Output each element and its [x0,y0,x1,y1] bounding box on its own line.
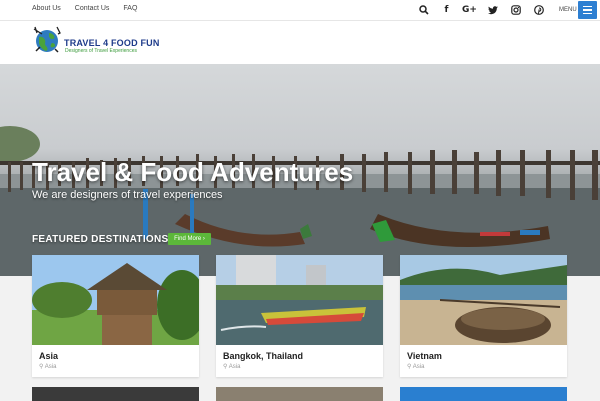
search-icon[interactable] [412,3,435,17]
card-image[interactable] [32,255,199,345]
google-plus-icon[interactable]: G+ [458,3,481,17]
card-title[interactable]: Asia [39,351,58,361]
destination-card[interactable]: Vietnam ⚲ Asia [400,255,567,377]
find-more-button[interactable]: Find More › [168,233,211,245]
card-location-label: Asia [44,364,57,370]
facebook-icon[interactable]: f [435,3,458,17]
card-title[interactable]: Vietnam [407,351,442,361]
hamburger-icon [583,5,592,8]
menu-label: MENU [559,7,577,13]
card-image[interactable] [400,255,567,345]
pinterest-icon[interactable] [527,3,550,17]
social-icons: f G+ [412,3,550,17]
destination-card[interactable]: Bangkok, Thailand ⚲ Asia [216,255,383,377]
instagram-icon[interactable] [504,3,527,17]
globe-logo-icon[interactable] [32,25,62,55]
card-title[interactable]: Bangkok, Thailand [223,351,303,361]
card-image[interactable] [216,255,383,345]
destination-card-image-partial[interactable] [32,387,199,401]
top-nav: About Us Contact Us FAQ [32,5,137,12]
card-location: ⚲ Asia [39,363,56,370]
logo-title[interactable]: TRAVEL 4 FOOD FUN [64,38,160,48]
destination-card-image-partial[interactable] [400,387,567,401]
hero-banner: Travel & Food Adventures We are designer… [0,64,600,276]
card-location-label: Asia [412,364,425,370]
twitter-icon[interactable] [481,3,504,17]
card-location-label: Asia [228,364,241,370]
card-location: ⚲ Asia [223,363,240,370]
featured-destinations-heading: FEATURED DESTINATIONS [32,234,169,245]
hero-subtitle: We are designers of travel experiences [32,189,223,201]
top-bar: About Us Contact Us FAQ f G+ MENU [0,0,600,21]
destination-card-image-partial[interactable] [216,387,383,401]
logo-tagline: Designers of Travel Experiences [65,48,137,54]
nav-about-us-link[interactable]: About Us [32,5,61,12]
nav-faq-link[interactable]: FAQ [123,5,137,12]
destination-card[interactable]: Asia ⚲ Asia [32,255,199,377]
card-location: ⚲ Asia [407,363,424,370]
hero-title: Travel & Food Adventures [32,157,354,187]
nav-contact-us-link[interactable]: Contact Us [75,5,110,12]
logo-bar: TRAVEL 4 FOOD FUN Designers of Travel Ex… [0,21,600,64]
hamburger-menu-button[interactable] [578,1,597,19]
